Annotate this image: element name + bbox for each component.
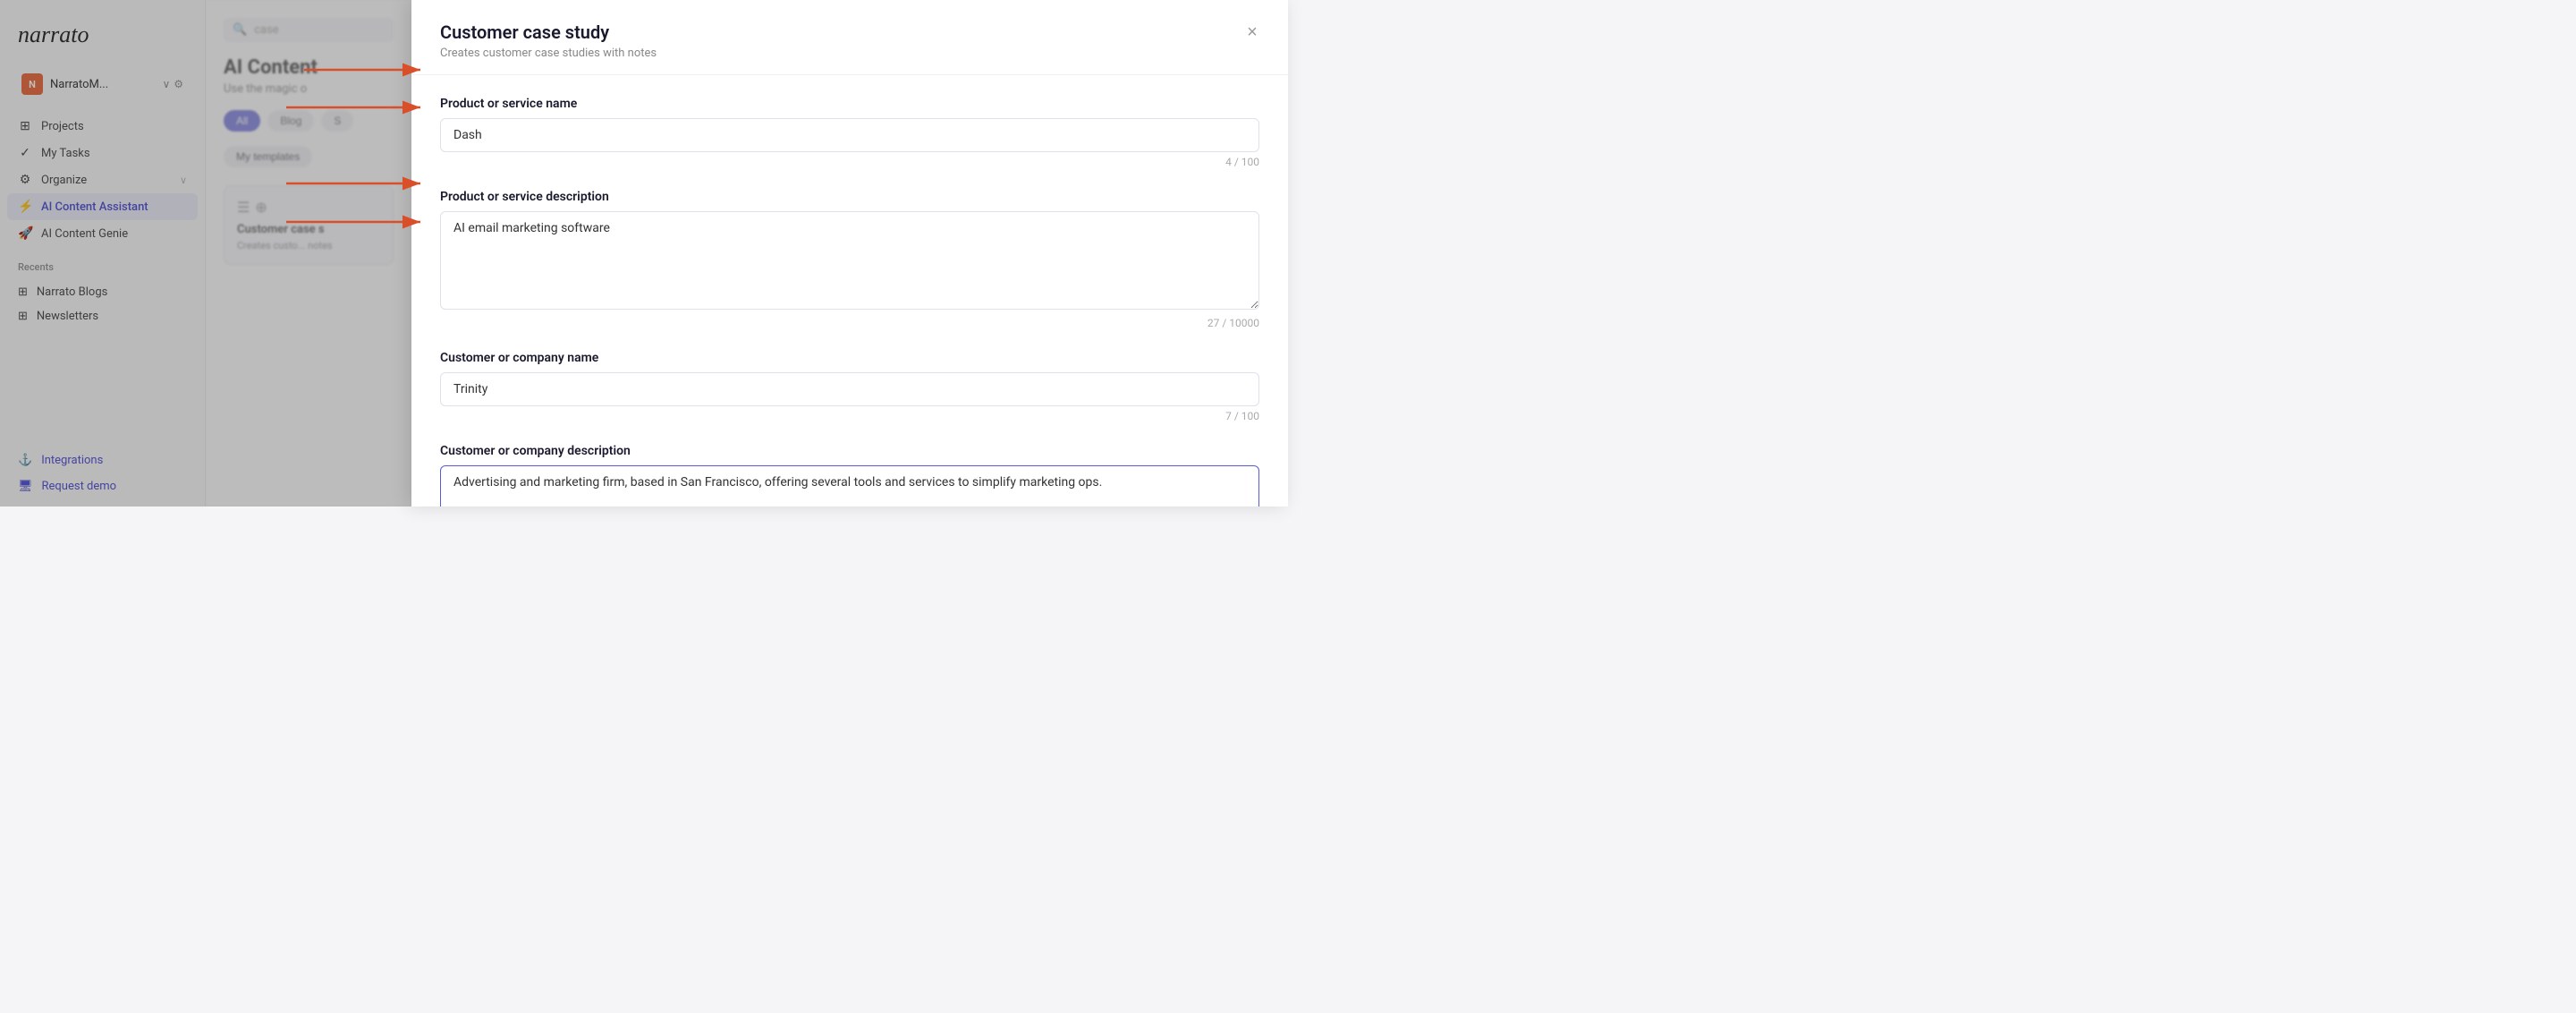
modal-panel: Customer case study Creates customer cas… bbox=[411, 0, 1288, 506]
modal-subtitle: Creates customer case studies with notes bbox=[440, 47, 1259, 60]
product-name-label: Product or service name bbox=[440, 97, 1259, 111]
product-name-group: Product or service name 4 / 100 bbox=[440, 97, 1259, 168]
modal-close-button[interactable]: × bbox=[1238, 18, 1267, 47]
customer-description-textarea[interactable]: Advertising and marketing firm, based in… bbox=[440, 465, 1259, 506]
customer-name-char-count: 7 / 100 bbox=[440, 410, 1259, 422]
customer-name-label: Customer or company name bbox=[440, 351, 1259, 365]
product-description-label: Product or service description bbox=[440, 190, 1259, 204]
modal-header: Customer case study Creates customer cas… bbox=[411, 0, 1288, 75]
customer-description-label: Customer or company description bbox=[440, 444, 1259, 458]
modal-title: Customer case study bbox=[440, 21, 1259, 43]
product-description-char-count: 27 / 10000 bbox=[440, 317, 1259, 329]
customer-name-input[interactable] bbox=[440, 372, 1259, 406]
customer-description-group: Customer or company description Advertis… bbox=[440, 444, 1259, 506]
product-name-char-count: 4 / 100 bbox=[440, 156, 1259, 168]
product-description-group: Product or service description AI email … bbox=[440, 190, 1259, 329]
customer-name-group: Customer or company name 7 / 100 bbox=[440, 351, 1259, 422]
product-description-textarea[interactable]: AI email marketing software bbox=[440, 211, 1259, 310]
modal-body: Product or service name 4 / 100 Product … bbox=[411, 75, 1288, 506]
product-name-input[interactable] bbox=[440, 118, 1259, 152]
